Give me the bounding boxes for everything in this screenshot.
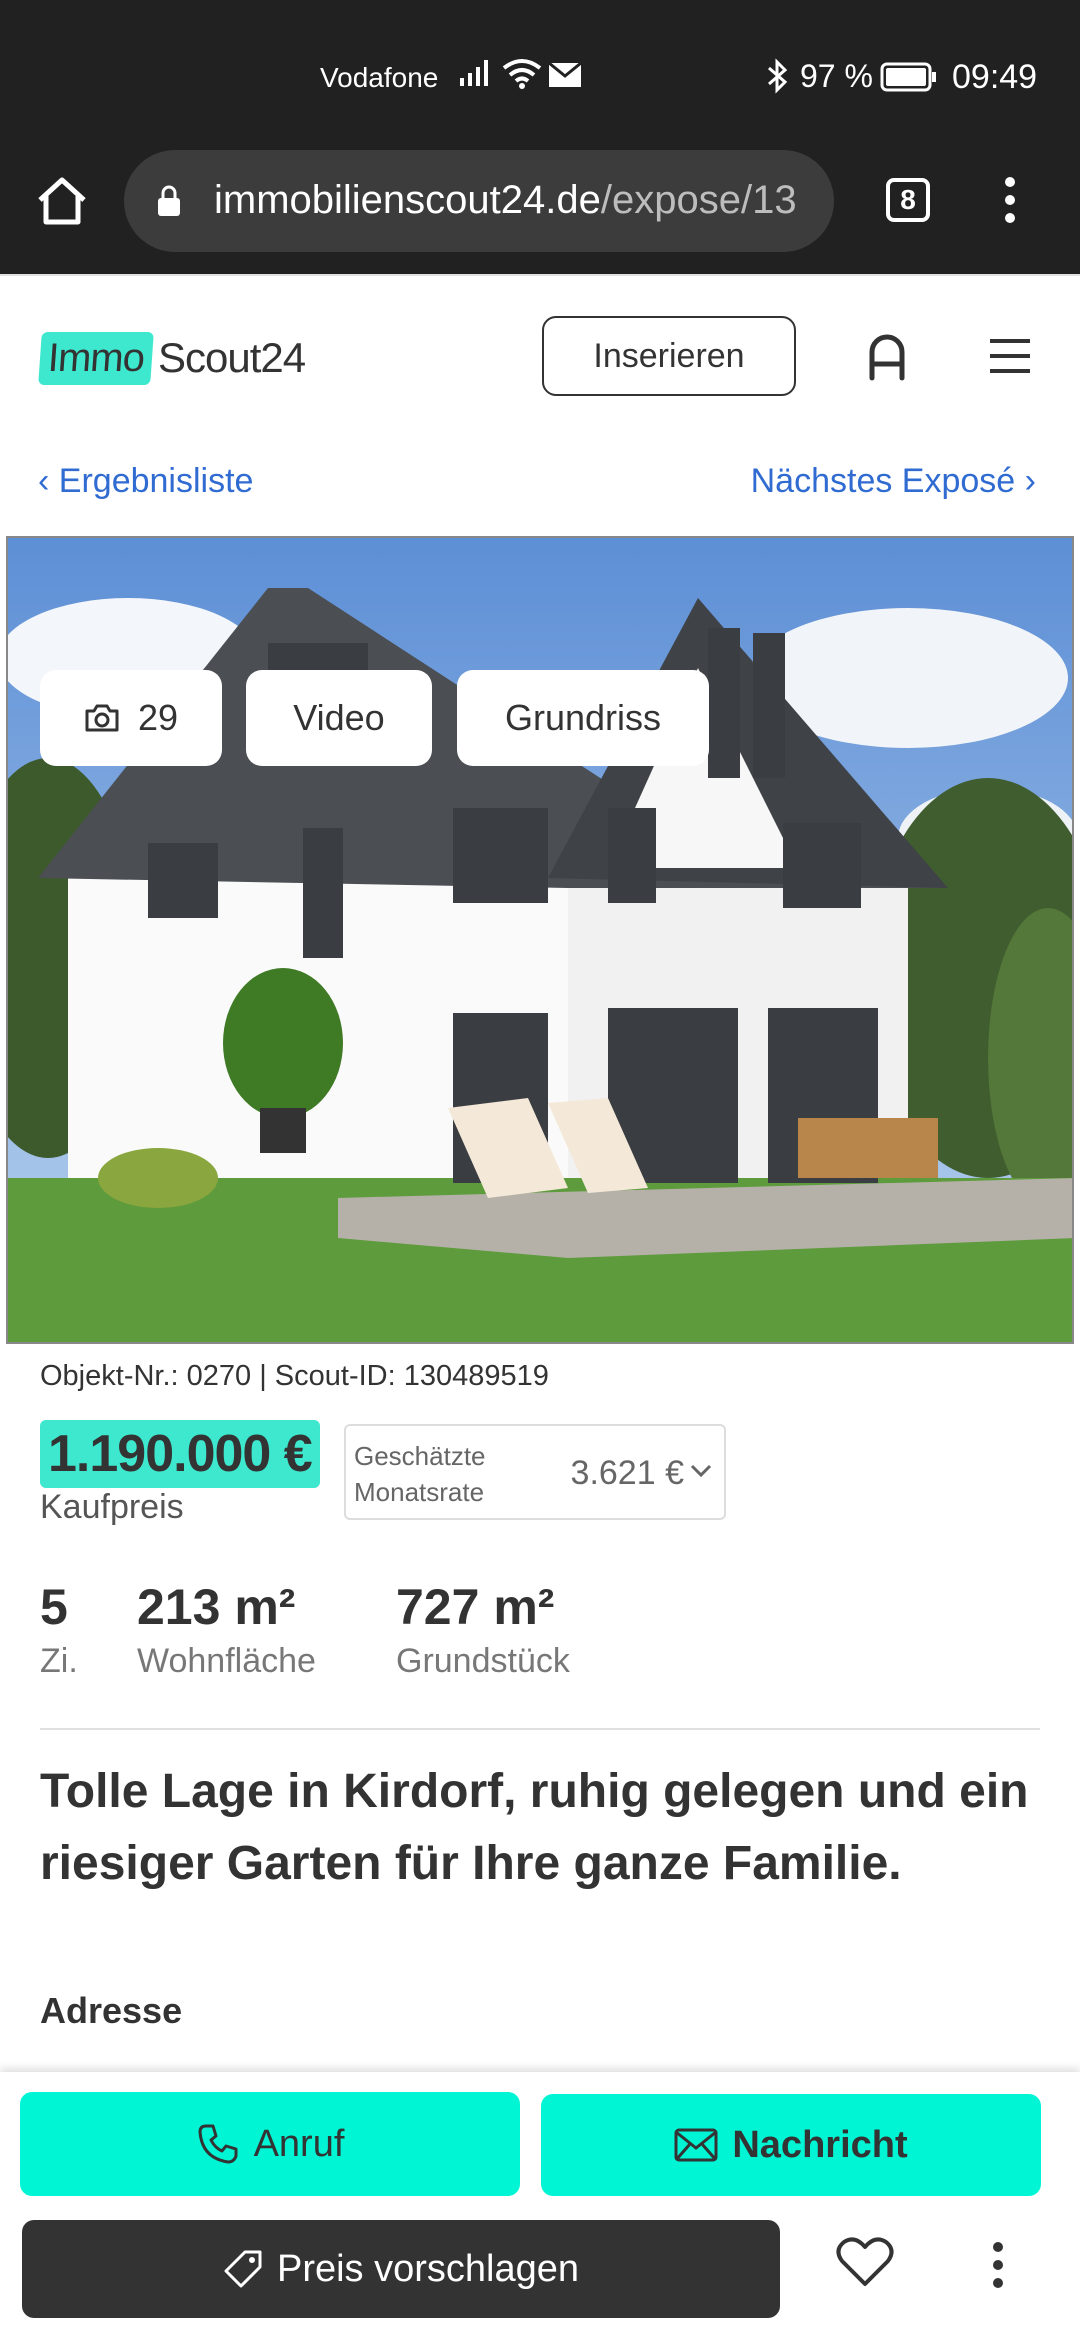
fact-living-area: 213 m² Wohnfläche — [137, 1578, 316, 1681]
propose-price-button[interactable]: Preis vorschlagen — [22, 2220, 780, 2318]
address-heading: Adresse — [40, 1990, 183, 2031]
price: 1.190.000 € — [40, 1420, 320, 1488]
message-label: Nachricht — [732, 2123, 908, 2166]
logo-scout: Scout24 — [158, 334, 306, 381]
fact-label: Wohnfläche — [137, 1642, 316, 1680]
fact-label: Zi. — [40, 1642, 78, 1680]
offer-label: Preis vorschlagen — [276, 2247, 580, 2290]
fact-plot-area: 727 m² Grundstück — [396, 1578, 570, 1681]
next-label: Nächstes Exposé — [750, 462, 1016, 500]
rate-value: 3.621 € — [570, 1454, 684, 1492]
carrier-label: Vodafone — [320, 62, 439, 93]
lock-icon — [158, 185, 180, 216]
house-image — [8, 538, 1072, 1342]
tab-count: 8 — [900, 184, 916, 215]
tag-icon — [224, 2250, 262, 2288]
tab-switcher-button[interactable]: 8 — [886, 178, 930, 222]
envelope-icon — [674, 2128, 718, 2162]
chevron-right-icon: › — [1015, 462, 1036, 500]
url-text: immobilienscout24.de/expose/13 — [214, 178, 797, 223]
logo-immo: Immo — [38, 331, 154, 385]
object-ids: Objekt-Nr.: 0270 | Scout-ID: 130489519 — [40, 1360, 549, 1392]
photo-count-button[interactable]: 29 — [40, 670, 222, 766]
fact-value: 727 m² — [396, 1579, 555, 1635]
site-header: Immo Scout24 Inserieren — [0, 274, 1080, 430]
video-button[interactable]: Video — [246, 670, 432, 766]
call-label: Anruf — [253, 2122, 345, 2165]
listing-title: Tolle Lage in Kirdorf, ruhig gelegen und… — [40, 1765, 1029, 1890]
photo-count: 29 — [137, 697, 179, 738]
message-button[interactable]: Nachricht — [541, 2094, 1041, 2196]
user-icon[interactable] — [864, 332, 910, 382]
next-expose-link[interactable]: Nächstes Exposé › — [751, 462, 1036, 501]
insert-button[interactable]: Inserieren — [542, 316, 796, 396]
phone-icon — [198, 2124, 238, 2164]
url-path: /expose/13 — [600, 178, 797, 222]
camera-icon — [85, 704, 119, 732]
hamburger-menu-icon[interactable] — [988, 336, 1032, 376]
signal-icon — [460, 60, 488, 86]
url-domain: immobilienscout24.de — [214, 178, 601, 222]
clock: 09:49 — [952, 58, 1038, 96]
battery-percent: 97 % — [800, 58, 873, 94]
more-options-icon[interactable] — [988, 2240, 1008, 2290]
status-bar: Vodafone 97 % 09:49 — [0, 0, 1080, 150]
wifi-icon — [502, 59, 542, 89]
fact-rooms: 5 Zi. — [40, 1578, 78, 1681]
divider — [40, 1728, 1040, 1730]
back-label: Ergebnisliste — [58, 462, 254, 500]
home-icon[interactable] — [34, 172, 90, 228]
fact-value: 5 — [40, 1579, 68, 1635]
chevron-down-icon — [690, 1464, 712, 1478]
fact-label: Grundstück — [396, 1642, 570, 1680]
bluetooth-icon — [768, 58, 788, 94]
property-photo[interactable] — [6, 536, 1074, 1344]
price-label: Kaufpreis — [40, 1488, 184, 1526]
heart-icon[interactable] — [836, 2236, 894, 2288]
fact-value: 213 m² — [137, 1579, 296, 1635]
mail-icon — [548, 62, 582, 87]
rate-label: Geschätzte Monatsrate — [354, 1441, 486, 1507]
immoscout-logo[interactable]: Immo Scout24 — [38, 328, 306, 388]
monthly-rate-dropdown[interactable]: Geschätzte Monatsrate 3.621 € — [344, 1424, 726, 1520]
battery-icon — [880, 62, 936, 92]
browser-menu-icon[interactable] — [1000, 175, 1020, 225]
floorplan-button[interactable]: Grundriss — [457, 670, 709, 766]
call-button[interactable]: Anruf — [20, 2092, 520, 2196]
back-to-results-link[interactable]: ‹ Ergebnisliste — [38, 462, 253, 501]
chevron-left-icon: ‹ — [38, 462, 59, 500]
address-bar[interactable]: immobilienscout24.de/expose/13 — [124, 150, 834, 252]
